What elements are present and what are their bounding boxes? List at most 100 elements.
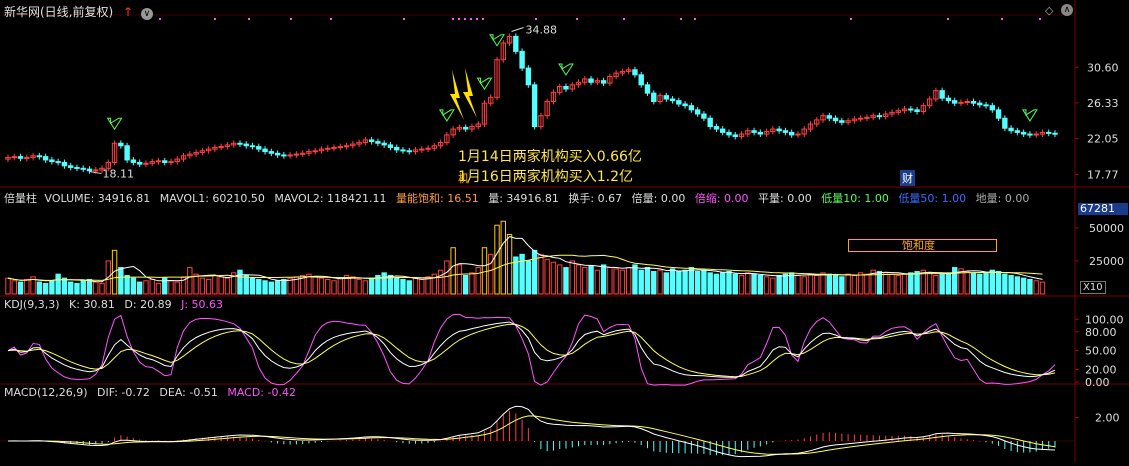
volume-bar bbox=[638, 269, 644, 295]
volume-bar bbox=[939, 273, 945, 295]
candle-body bbox=[757, 131, 764, 135]
volume-bar bbox=[557, 264, 563, 295]
volume-bar bbox=[368, 277, 375, 295]
candle-body bbox=[86, 168, 93, 172]
volume-bar bbox=[199, 277, 206, 295]
volume-bar bbox=[883, 272, 889, 295]
candle-body bbox=[256, 146, 262, 150]
up-arrow-icon[interactable]: ↑ bbox=[123, 5, 133, 19]
volume-bar bbox=[995, 271, 1002, 295]
volume-bar bbox=[325, 278, 331, 295]
volume-bar bbox=[67, 281, 74, 295]
signal-dot bbox=[1039, 18, 1041, 20]
volume-bar bbox=[130, 277, 137, 295]
kdj-j-line bbox=[7, 313, 1056, 386]
volume-bar bbox=[594, 269, 601, 295]
volume-bar bbox=[851, 274, 858, 295]
volume-bar bbox=[400, 278, 406, 295]
macd-dea-line bbox=[8, 415, 1056, 455]
volume-bar bbox=[362, 280, 369, 295]
candle-body bbox=[400, 149, 406, 152]
volume-bar bbox=[462, 274, 469, 295]
high-label: 34.88 bbox=[526, 24, 558, 37]
candle-body bbox=[563, 85, 569, 90]
volume-bar bbox=[707, 272, 713, 295]
volume-bar bbox=[450, 247, 456, 295]
kdj-header: KDJ(9,3,3) K: 30.81 D: 20.89 J: 50.63 bbox=[4, 298, 229, 311]
collapse-icon[interactable]: ∧ bbox=[1061, 4, 1073, 16]
volume-bar bbox=[187, 267, 193, 295]
candle-body bbox=[243, 143, 249, 147]
volume-bar bbox=[17, 281, 24, 295]
chevron-down-icon[interactable]: ∨ bbox=[140, 8, 153, 20]
volume-bar bbox=[563, 267, 569, 295]
volume-bar bbox=[676, 271, 682, 295]
candle-body bbox=[832, 117, 839, 122]
candle-body bbox=[249, 145, 256, 148]
turnover-value: 换手: 0.67 bbox=[568, 192, 623, 205]
volume-bar bbox=[193, 273, 199, 295]
candle-body bbox=[162, 160, 168, 163]
candle-body bbox=[694, 109, 701, 115]
volume-header: 倍量柱 VOLUME: 34916.81 MAVOL1: 60210.50 MA… bbox=[4, 190, 1035, 206]
kdj-tick-label: 0.00 bbox=[1085, 376, 1110, 389]
candle-body bbox=[864, 116, 870, 119]
signal-dot bbox=[290, 18, 292, 20]
candle-body bbox=[36, 155, 43, 158]
signal-dot bbox=[482, 18, 484, 20]
tag-fin: 财 bbox=[900, 170, 915, 186]
candle-body bbox=[325, 147, 331, 150]
candle-body bbox=[964, 101, 970, 103]
volume-bar bbox=[1002, 273, 1008, 295]
candle-body bbox=[688, 105, 695, 111]
macd-header: MACD(12,26,9) DIF: -0.72 DEA: -0.51 MACD… bbox=[4, 386, 302, 399]
candle-body bbox=[600, 80, 607, 84]
candle-body bbox=[707, 117, 713, 128]
volume-unit: X10 bbox=[1080, 281, 1106, 294]
volume-bar bbox=[895, 274, 901, 295]
volume-bar bbox=[312, 276, 318, 295]
macd-dea: DEA: -0.51 bbox=[159, 386, 218, 399]
volume-bar bbox=[519, 253, 525, 295]
candle-body bbox=[751, 130, 757, 133]
candle-body bbox=[274, 152, 281, 156]
mavol2-line bbox=[7, 254, 1043, 281]
volume-bar bbox=[839, 276, 845, 295]
pingliang-value: 平量: 0.00 bbox=[758, 192, 812, 205]
volume-bar bbox=[506, 233, 513, 295]
candle-body bbox=[876, 115, 883, 118]
volume-axis-top: 67281 bbox=[1078, 203, 1128, 215]
kdj-d: D: 20.89 bbox=[124, 298, 172, 311]
volume-bar bbox=[807, 273, 814, 295]
candle-body bbox=[462, 126, 469, 130]
saturation-value: 量能饱和: 16.51 bbox=[396, 192, 479, 205]
volume-bar bbox=[475, 267, 481, 295]
volume-bar bbox=[713, 273, 720, 295]
signal-dot bbox=[159, 18, 161, 20]
volume-bar bbox=[274, 280, 281, 295]
signal-dot bbox=[1001, 18, 1003, 20]
volume-bar bbox=[1033, 280, 1039, 295]
price-tick-label: 26.33 bbox=[1087, 97, 1119, 110]
volume-bar bbox=[669, 268, 676, 295]
volume-bar bbox=[607, 267, 613, 295]
candle-body bbox=[11, 156, 17, 159]
diamond-icon[interactable]: ◇ bbox=[1045, 4, 1053, 17]
volume-bar bbox=[682, 269, 688, 295]
candle-body bbox=[375, 141, 381, 144]
price-tick-label: 22.05 bbox=[1087, 133, 1119, 146]
candle-body bbox=[732, 134, 738, 138]
volume-bar bbox=[149, 278, 155, 295]
signal-dot bbox=[947, 18, 949, 20]
candle-body bbox=[55, 161, 61, 164]
candle-body bbox=[1027, 133, 1033, 136]
buy-arrow-icon bbox=[1022, 109, 1038, 122]
volume-bar bbox=[782, 273, 789, 295]
signal-dot bbox=[694, 18, 696, 20]
volume-bar bbox=[726, 271, 732, 295]
candle-body bbox=[531, 84, 538, 128]
stock-chart-stage[interactable]: 30.60 26.33 22.05 17.77 34.88 18.11 50000 25000… bbox=[0, 0, 1129, 462]
volume-bar bbox=[832, 274, 839, 295]
volume-bar bbox=[588, 265, 594, 295]
candle-body bbox=[682, 103, 688, 107]
